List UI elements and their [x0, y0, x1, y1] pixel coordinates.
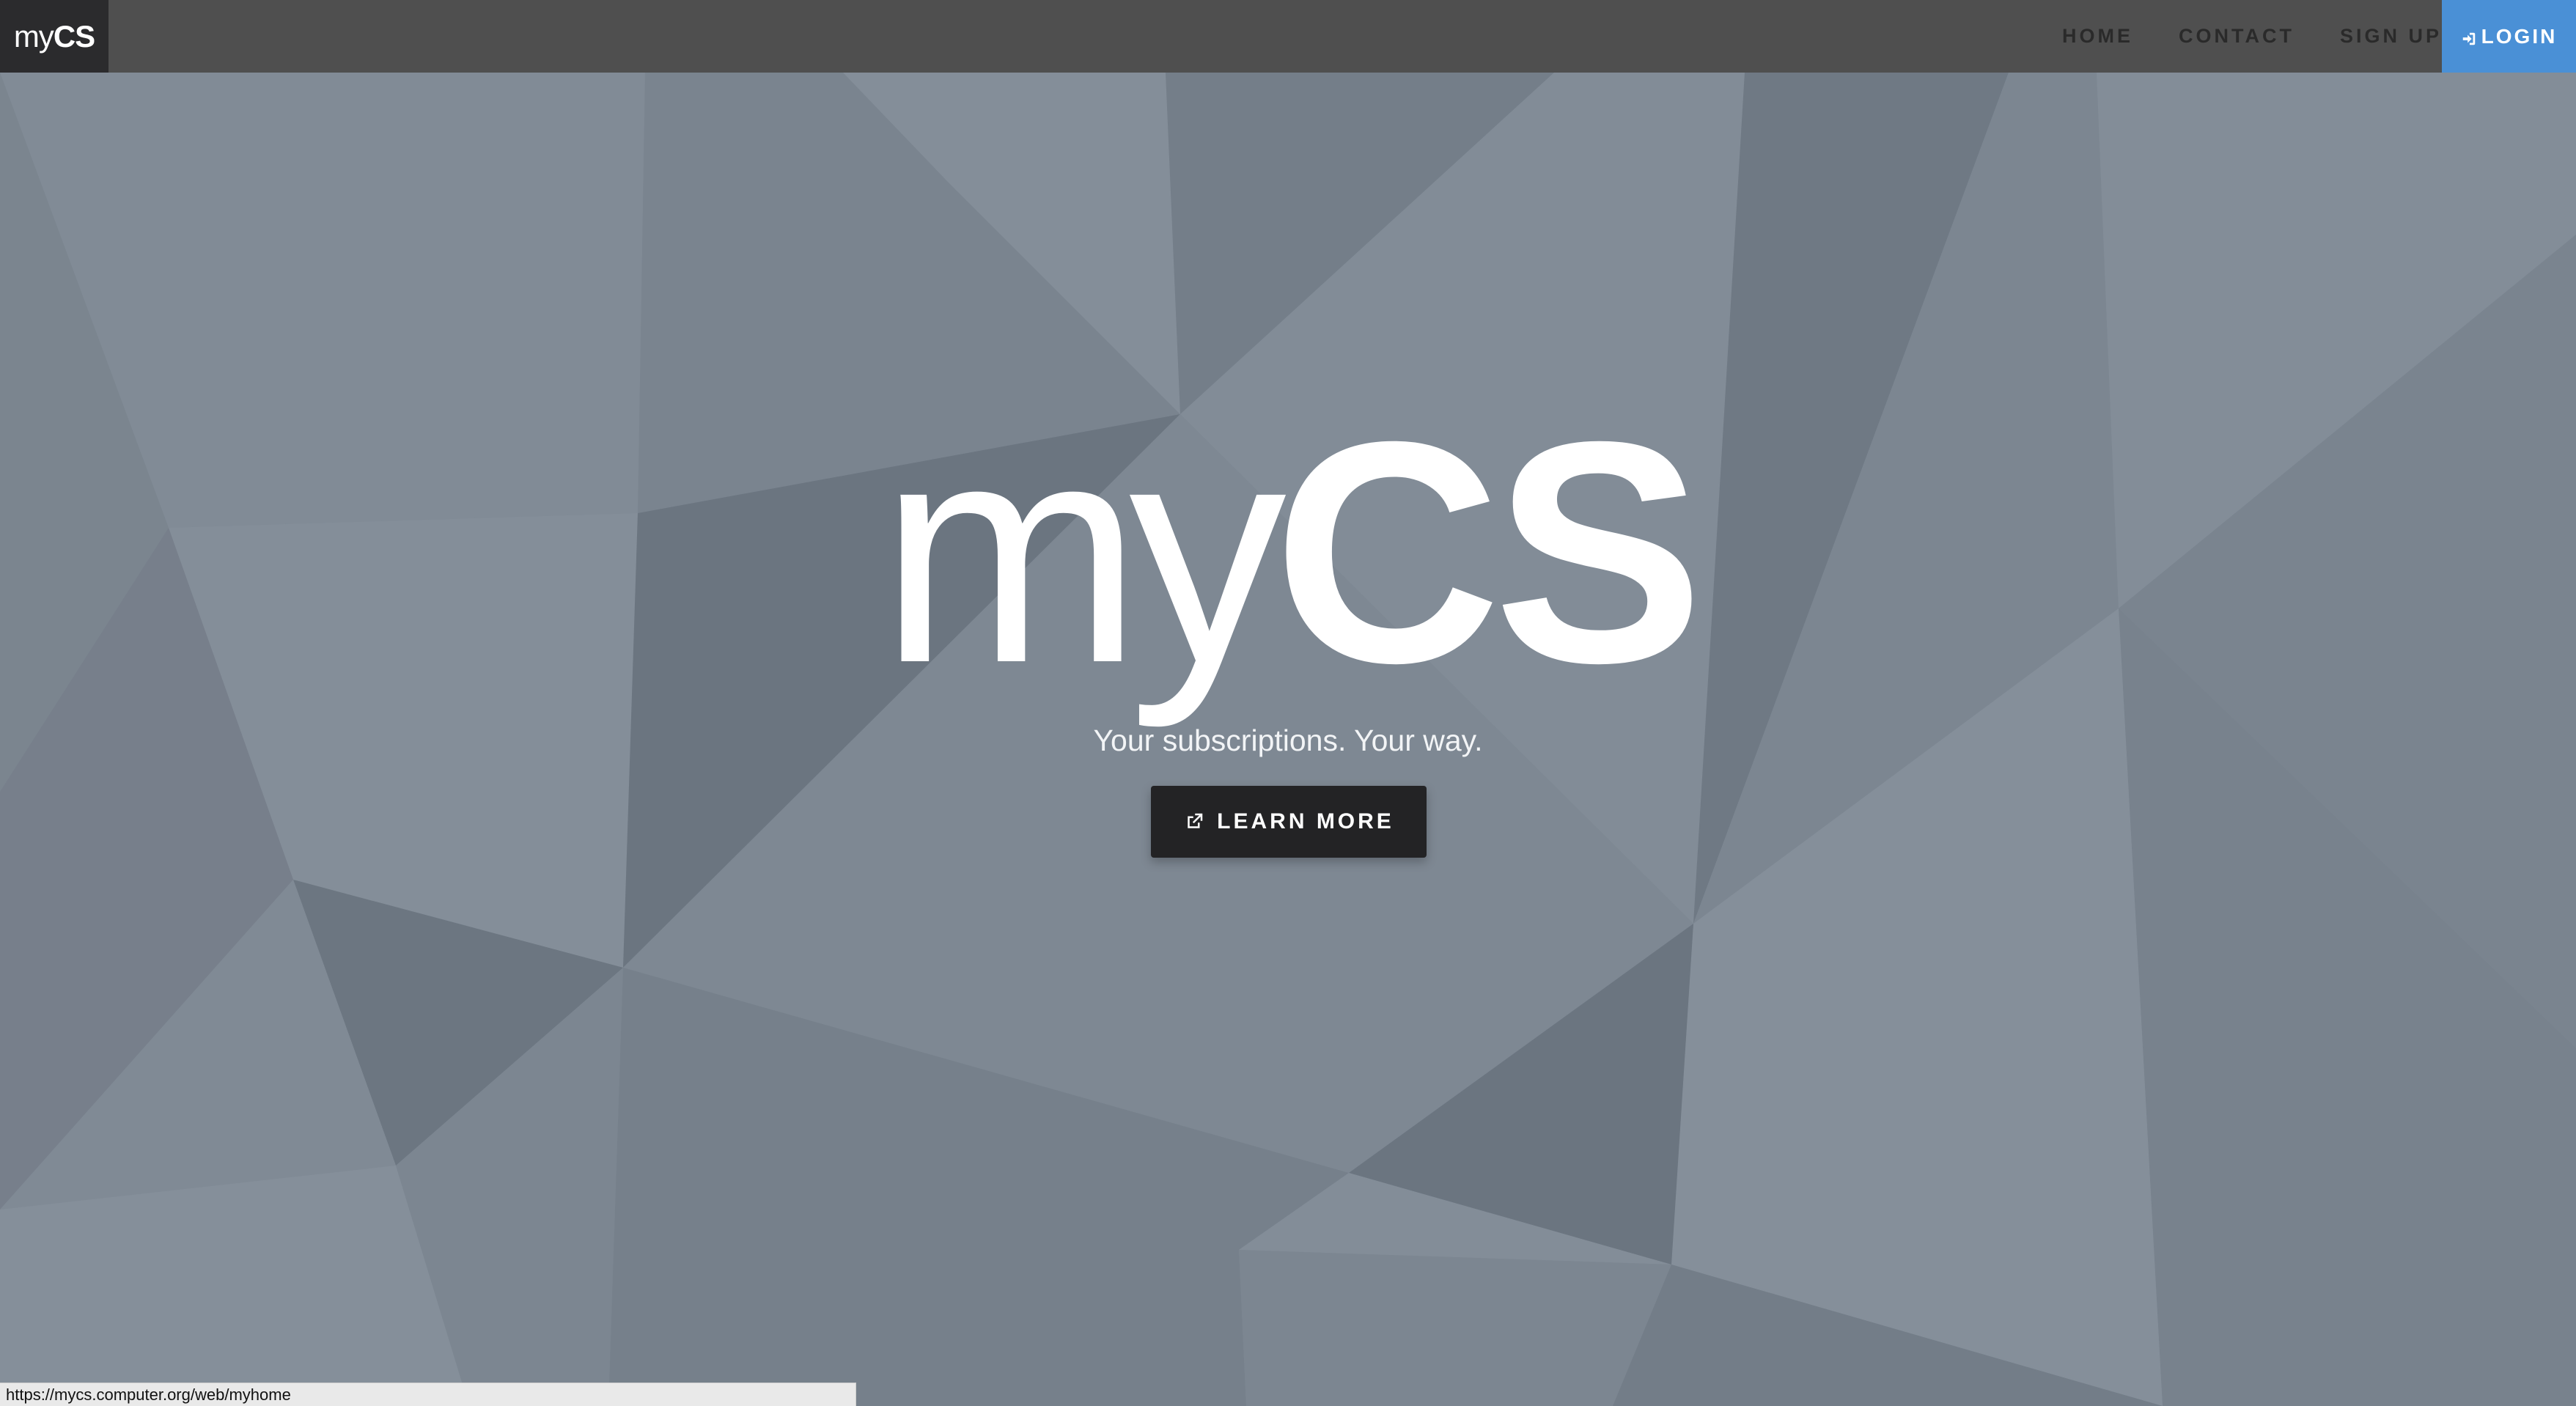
status-bar-url: https://mycs.computer.org/web/myhome — [0, 1383, 856, 1406]
brand-logo-light: my — [13, 18, 54, 54]
top-navbar: my CS HOME CONTACT SIGN UP LOGIN — [0, 0, 2576, 73]
hero-title-bold: CS — [1273, 377, 1704, 729]
learn-more-label: LEARN MORE — [1217, 809, 1394, 833]
nav-link-contact[interactable]: CONTACT — [2179, 25, 2295, 48]
brand-logo-bold: CS — [53, 18, 95, 54]
nav-link-home[interactable]: HOME — [2062, 25, 2133, 48]
learn-more-button[interactable]: LEARN MORE — [1151, 786, 1427, 858]
hero-tagline: Your subscriptions. Your way. — [1093, 724, 1483, 757]
nav-links: HOME CONTACT SIGN UP — [2017, 0, 2442, 73]
hero-section: myCS Your subscriptions. Your way. LEARN… — [0, 73, 2576, 1406]
brand-logo[interactable]: my CS — [0, 0, 108, 73]
hero-title-light: my — [879, 377, 1287, 729]
external-link-icon — [1183, 811, 1205, 833]
nav-link-sign-up[interactable]: SIGN UP — [2340, 25, 2442, 48]
hero-title: myCS — [0, 395, 2576, 710]
login-button[interactable]: LOGIN — [2442, 0, 2576, 73]
login-label: LOGIN — [2481, 24, 2558, 48]
sign-in-icon — [2461, 29, 2477, 45]
